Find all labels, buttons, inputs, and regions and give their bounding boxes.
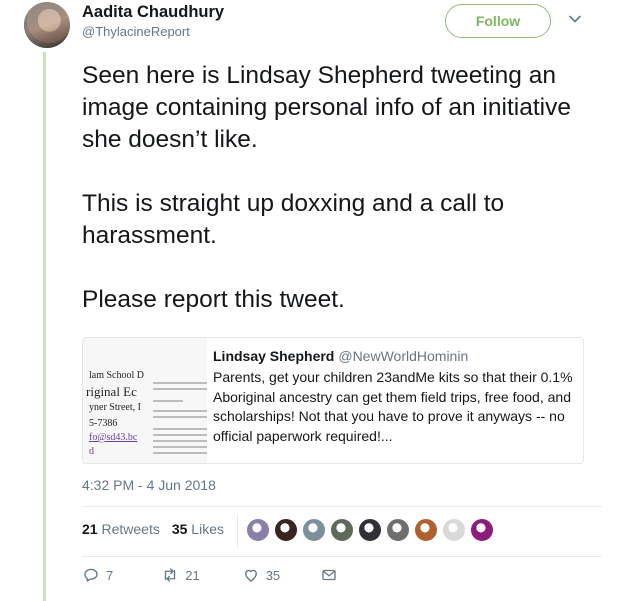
thread-rail bbox=[43, 52, 46, 601]
liker-avatar[interactable] bbox=[470, 518, 494, 542]
liker-avatar[interactable] bbox=[246, 518, 270, 542]
tweet-paragraph: Please report this tweet. bbox=[82, 286, 345, 313]
reply-count: 7 bbox=[106, 567, 114, 583]
retweet-button[interactable]: 21 bbox=[161, 566, 200, 584]
liker-avatar[interactable] bbox=[274, 518, 298, 542]
likes-count: 35 bbox=[171, 521, 188, 537]
liker-avatar[interactable] bbox=[414, 518, 438, 542]
thumb-text: 5-7386 bbox=[89, 418, 118, 429]
tweet-text: Seen here is Lindsay Shepherd tweeting a… bbox=[82, 60, 602, 316]
quoted-tweet-image[interactable]: lam School D riginal Ec yner Street, I 5… bbox=[83, 338, 207, 463]
tweet-actions: 7 21 35 bbox=[82, 566, 338, 584]
chevron-down-icon[interactable] bbox=[568, 12, 582, 26]
like-button[interactable]: 35 bbox=[242, 566, 280, 584]
quoted-author-handle: @NewWorldHominin bbox=[338, 348, 469, 364]
author-avatar[interactable] bbox=[24, 2, 70, 48]
quoted-tweet-card[interactable]: lam School D riginal Ec yner Street, I 5… bbox=[82, 337, 584, 464]
quoted-tweet-body: Lindsay Shepherd @NewWorldHominin Parents… bbox=[213, 348, 575, 446]
liker-avatar[interactable] bbox=[358, 518, 382, 542]
divider bbox=[82, 506, 602, 507]
envelope-icon bbox=[322, 569, 336, 581]
reply-icon bbox=[84, 568, 98, 582]
divider bbox=[82, 556, 602, 557]
quoted-tweet-text: Parents, get your children 23andMe kits … bbox=[213, 369, 573, 444]
tweet-timestamp[interactable]: 4:32 PM - 4 Jun 2018 bbox=[82, 477, 216, 493]
liker-avatar[interactable] bbox=[386, 518, 410, 542]
tweet-stats: 21 Retweets 35 Likes bbox=[82, 521, 224, 537]
reply-button[interactable]: 7 bbox=[82, 566, 113, 584]
retweet-count: 21 bbox=[185, 567, 200, 583]
thumb-text: riginal Ec bbox=[86, 384, 137, 399]
liker-avatar[interactable] bbox=[442, 518, 466, 542]
direct-message-button[interactable] bbox=[320, 566, 338, 584]
retweet-icon bbox=[165, 568, 176, 582]
tweet-paragraph: Seen here is Lindsay Shepherd tweeting a… bbox=[82, 62, 571, 153]
liker-avatar[interactable] bbox=[330, 518, 354, 542]
thumb-text: yner Street, I bbox=[89, 402, 141, 413]
likes-label: Likes bbox=[191, 521, 224, 537]
quoted-author-name: Lindsay Shepherd bbox=[213, 348, 335, 364]
thumb-text: d bbox=[89, 446, 94, 457]
author-handle[interactable]: @ThylacineReport bbox=[82, 24, 190, 39]
retweets-count: 21 bbox=[82, 521, 98, 537]
like-count: 35 bbox=[265, 567, 281, 583]
follow-button[interactable]: Follow bbox=[445, 4, 551, 38]
thumb-text: fo@sd43.bc bbox=[89, 432, 138, 443]
retweets-label: Retweets bbox=[101, 521, 160, 537]
liker-avatars bbox=[246, 518, 494, 542]
thumb-text: lam School D bbox=[89, 370, 144, 381]
tweet-paragraph: This is straight up doxxing and a call t… bbox=[82, 190, 505, 249]
retweets-stat[interactable]: 21 Retweets bbox=[82, 521, 160, 537]
likes-stat[interactable]: 35 Likes bbox=[172, 521, 224, 537]
stats-separator bbox=[237, 514, 238, 548]
liker-avatar[interactable] bbox=[302, 518, 326, 542]
author-name[interactable]: Aadita Chaudhury bbox=[82, 3, 224, 22]
heart-icon bbox=[244, 569, 257, 582]
